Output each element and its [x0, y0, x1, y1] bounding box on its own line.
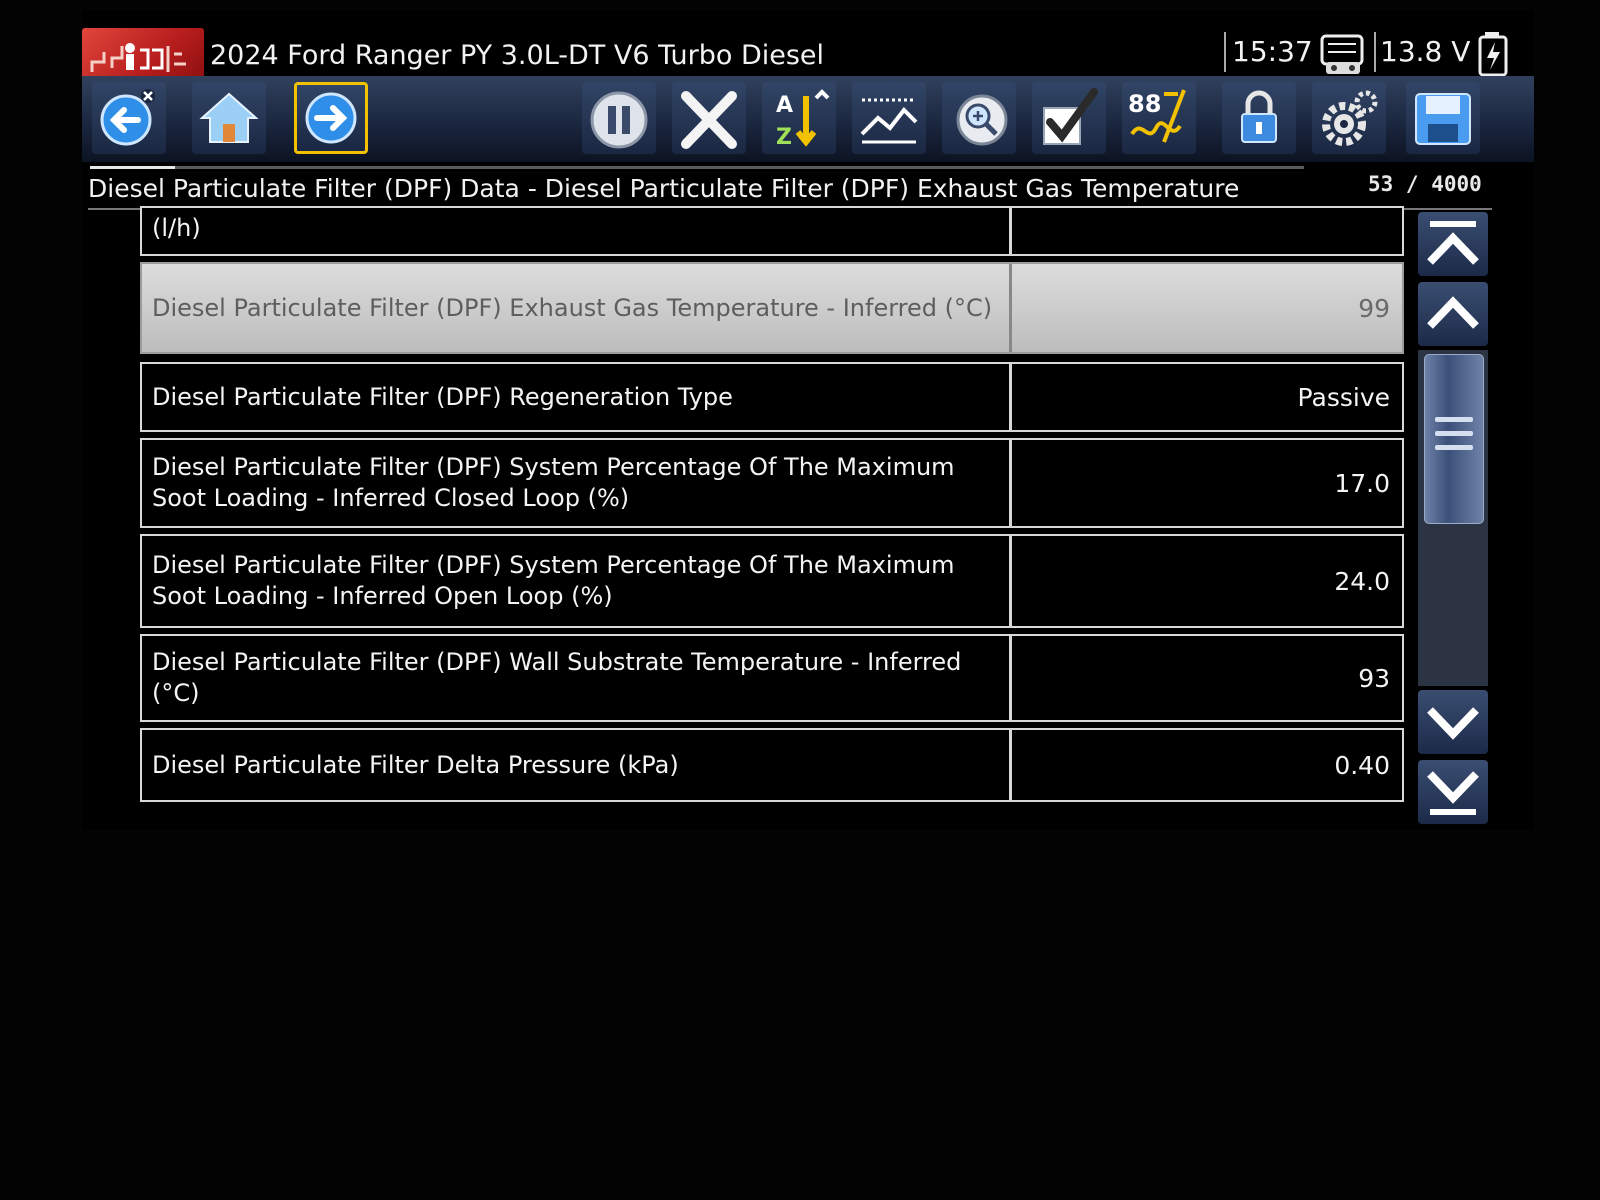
pid-value: 93 — [1358, 663, 1390, 693]
circuit-logo-icon — [90, 43, 186, 72]
svg-text:A: A — [776, 93, 793, 118]
svg-text:88: 88 — [1128, 90, 1161, 118]
chevron-down-icon — [1427, 707, 1479, 740]
pid-trigger-icon: 88 — [1128, 89, 1186, 143]
home-icon — [199, 92, 259, 143]
pid-name: (l/h) — [142, 208, 1012, 254]
grip-line — [1435, 431, 1473, 436]
lock-button[interactable] — [1222, 82, 1296, 154]
svg-text:Z: Z — [776, 125, 792, 150]
pid-name: Diesel Particulate Filter (DPF) Wall Sub… — [142, 636, 1012, 720]
battery-icon — [1476, 30, 1510, 82]
graph-icon — [860, 98, 918, 144]
table-row[interactable]: (l/h) — [140, 206, 1404, 256]
sort-az-icon: A Z — [776, 89, 830, 150]
back-arrow-icon — [100, 89, 155, 146]
settings-button[interactable] — [1312, 82, 1386, 154]
pid-name: Diesel Particulate Filter Delta Pressure… — [142, 730, 1012, 800]
graph-button[interactable] — [852, 82, 926, 154]
pid-value: 24.0 — [1334, 566, 1390, 596]
double-chevron-up-icon — [1427, 221, 1479, 265]
vehicle-comm-icon — [1318, 30, 1370, 82]
table-row[interactable]: Diesel Particulate Filter (DPF) System P… — [140, 534, 1404, 628]
table-row[interactable]: Diesel Particulate Filter (DPF) System P… — [140, 438, 1404, 528]
vehicle-title: 2024 Ford Ranger PY 3.0L-DT V6 Turbo Die… — [210, 40, 825, 71]
pause-button[interactable] — [582, 82, 656, 154]
record-counter: 53 / 4000 — [1368, 172, 1482, 196]
scroll-up-button[interactable] — [1418, 282, 1488, 346]
table-row-selected[interactable]: Diesel Particulate Filter (DPF) Exhaust … — [140, 262, 1404, 354]
home-button[interactable] — [192, 82, 266, 154]
table-row[interactable]: Diesel Particulate Filter (DPF) Wall Sub… — [140, 634, 1404, 722]
grip-line — [1435, 445, 1473, 450]
pid-value — [1012, 208, 1402, 254]
breadcrumb: Diesel Particulate Filter (DPF) Data - D… — [88, 174, 1240, 203]
pid-value: 99 — [1358, 293, 1390, 323]
forward-arrow-icon — [305, 92, 357, 144]
toolbar: A Z 88 — [82, 76, 1534, 162]
clear-button[interactable] — [672, 82, 746, 154]
table-row[interactable]: Diesel Particulate Filter Delta Pressure… — [140, 728, 1404, 802]
zoom-button[interactable] — [942, 82, 1016, 154]
battery-voltage: 13.8 V — [1374, 32, 1470, 72]
app-logo[interactable] — [82, 28, 204, 82]
list-progress-bar — [90, 166, 1304, 169]
title-bar: 2024 Ford Ranger PY 3.0L-DT V6 Turbo Die… — [82, 18, 1534, 82]
save-icon — [1415, 93, 1471, 145]
double-chevron-down-icon — [1427, 771, 1479, 815]
scroll-to-top-button[interactable] — [1418, 212, 1488, 276]
clock: 15:37 — [1224, 32, 1313, 72]
pid-value: Passive — [1297, 382, 1390, 412]
pid-value: 17.0 — [1334, 468, 1390, 498]
pid-trigger-button[interactable]: 88 — [1122, 82, 1196, 154]
zoom-icon — [956, 94, 1008, 146]
checkmark-icon — [1043, 88, 1098, 145]
grip-line — [1435, 417, 1473, 422]
list-progress-fill — [90, 166, 175, 169]
pid-name: Diesel Particulate Filter (DPF) System P… — [142, 440, 1012, 526]
scroll-thumb[interactable] — [1424, 354, 1484, 524]
scan-tool-screen: 2024 Ford Ranger PY 3.0L-DT V6 Turbo Die… — [82, 10, 1534, 830]
pid-value: 0.40 — [1334, 750, 1390, 780]
pid-name: Diesel Particulate Filter (DPF) Exhaust … — [142, 264, 1012, 352]
pause-icon — [590, 91, 648, 149]
scroll-to-bottom-button[interactable] — [1418, 760, 1488, 824]
pid-name: Diesel Particulate Filter (DPF) Regenera… — [142, 364, 1012, 430]
gear-icon — [1322, 90, 1378, 146]
sort-button[interactable]: A Z — [762, 82, 836, 154]
table-row[interactable]: Diesel Particulate Filter (DPF) Regenera… — [140, 362, 1404, 432]
close-icon — [681, 91, 737, 149]
scroll-down-button[interactable] — [1418, 690, 1488, 754]
save-button[interactable] — [1406, 82, 1480, 154]
select-button[interactable] — [1032, 82, 1106, 154]
back-button[interactable] — [92, 82, 166, 154]
lock-icon — [1241, 90, 1277, 143]
forward-button[interactable] — [294, 82, 368, 154]
chevron-up-icon — [1427, 296, 1479, 329]
pid-name: Diesel Particulate Filter (DPF) System P… — [142, 536, 1012, 626]
